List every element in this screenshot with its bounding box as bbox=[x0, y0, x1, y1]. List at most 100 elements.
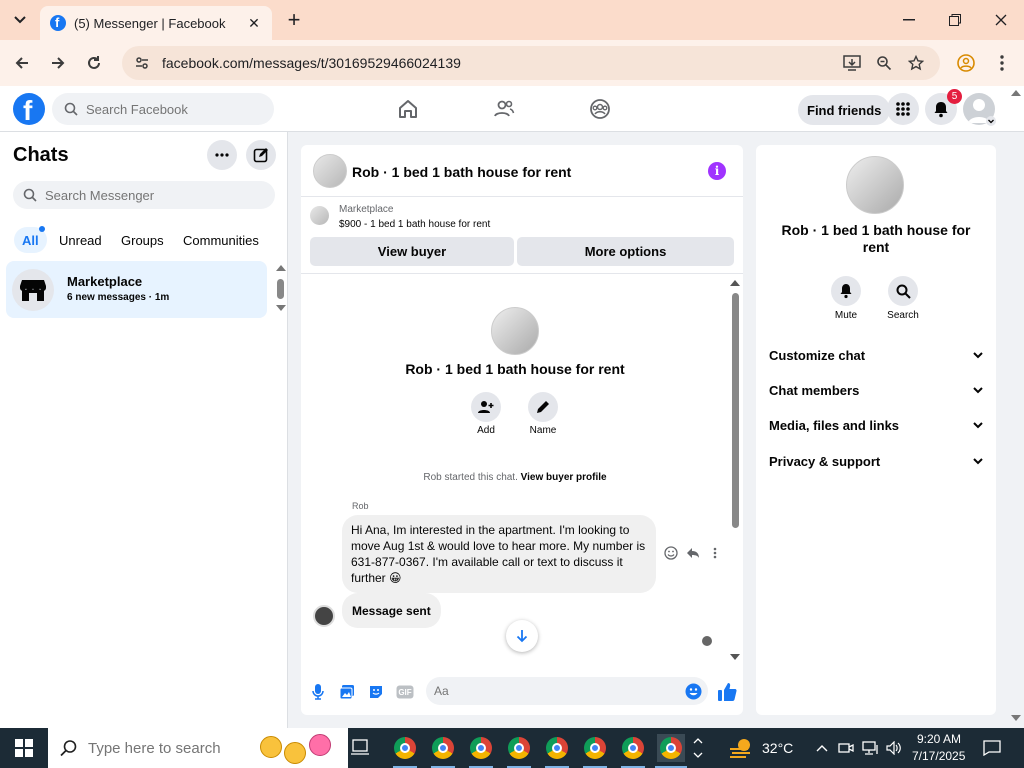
filter-unread[interactable]: Unread bbox=[51, 227, 110, 253]
voice-clip-button[interactable] bbox=[309, 683, 327, 701]
emoji-icon[interactable] bbox=[685, 683, 702, 700]
message-input[interactable] bbox=[434, 684, 674, 698]
chrome-taskbar-4[interactable] bbox=[505, 734, 533, 762]
chat-options-button[interactable] bbox=[207, 140, 237, 170]
message-more-button[interactable] bbox=[707, 545, 723, 561]
facebook-search[interactable] bbox=[52, 93, 274, 125]
listing-title[interactable]: $900 - 1 bed 1 bath house for rent bbox=[339, 219, 490, 230]
page-scroll-down-icon[interactable] bbox=[1011, 715, 1021, 721]
page-scroll-up-icon[interactable] bbox=[1011, 90, 1021, 96]
chrome-taskbar-7[interactable] bbox=[619, 734, 647, 762]
clock-date[interactable]: 7/17/2025 bbox=[912, 749, 965, 763]
sender-avatar[interactable] bbox=[313, 605, 335, 627]
start-button[interactable] bbox=[0, 728, 48, 768]
install-app-icon[interactable] bbox=[842, 53, 862, 73]
minimize-button[interactable] bbox=[886, 0, 932, 40]
messenger-search[interactable] bbox=[13, 181, 275, 209]
home-nav-button[interactable] bbox=[394, 96, 422, 122]
chrome-taskbar-8[interactable] bbox=[657, 734, 685, 762]
marketplace-label: Marketplace bbox=[339, 204, 394, 215]
view-buyer-button[interactable]: View buyer bbox=[310, 237, 514, 266]
react-button[interactable] bbox=[663, 545, 679, 561]
sidebar-scroll-down-icon[interactable] bbox=[276, 305, 286, 311]
view-buyer-profile-link[interactable]: View buyer profile bbox=[521, 472, 607, 483]
account-chevron-icon[interactable] bbox=[986, 116, 996, 126]
url-text[interactable]: facebook.com/messages/t/3016952946602413… bbox=[162, 55, 461, 71]
sticker-button[interactable] bbox=[367, 683, 385, 701]
restore-button[interactable] bbox=[932, 0, 978, 40]
site-settings-icon[interactable] bbox=[134, 55, 150, 71]
chrome-taskbar-2[interactable] bbox=[429, 734, 457, 762]
zoom-icon[interactable] bbox=[874, 53, 894, 73]
reply-button[interactable] bbox=[685, 545, 701, 561]
scroll-to-bottom-button[interactable] bbox=[506, 620, 538, 652]
section-media-files-links[interactable]: Media, files and links bbox=[769, 415, 983, 435]
messenger-search-input[interactable] bbox=[45, 187, 265, 203]
conversation-title[interactable]: Rob · 1 bed 1 bath house for rent bbox=[352, 164, 571, 180]
taskbar-search[interactable] bbox=[48, 728, 348, 768]
menu-button[interactable] bbox=[887, 93, 919, 125]
facebook-logo-icon[interactable] bbox=[13, 93, 45, 127]
browser-tab[interactable]: (5) Messenger | Facebook ✕ bbox=[40, 6, 272, 40]
back-button[interactable] bbox=[9, 50, 35, 76]
listing-thumbnail[interactable] bbox=[310, 206, 329, 225]
facebook-search-input[interactable] bbox=[86, 101, 256, 117]
reload-button[interactable] bbox=[81, 50, 107, 76]
find-friends-button[interactable]: Find friends bbox=[798, 95, 891, 125]
section-customize-chat[interactable]: Customize chat bbox=[769, 345, 983, 365]
tab-close-icon[interactable]: ✕ bbox=[246, 15, 262, 31]
show-hidden-icons-button[interactable] bbox=[812, 734, 832, 762]
close-window-button[interactable] bbox=[978, 0, 1024, 40]
sidebar-scroll-up-icon[interactable] bbox=[276, 265, 286, 271]
browser-menu-button[interactable] bbox=[989, 50, 1015, 76]
attach-photo-button[interactable] bbox=[338, 683, 356, 701]
conversation-avatar[interactable] bbox=[313, 154, 347, 188]
sidebar-scrollbar[interactable] bbox=[277, 279, 284, 299]
add-people-button[interactable] bbox=[471, 392, 501, 422]
groups-nav-button[interactable] bbox=[586, 96, 614, 122]
chat-scroll-up-icon[interactable] bbox=[730, 280, 740, 286]
details-avatar[interactable] bbox=[846, 156, 904, 214]
search-in-conversation-button[interactable] bbox=[888, 276, 918, 306]
bookmark-star-icon[interactable] bbox=[906, 53, 926, 73]
chat-list-item[interactable]: Marketplace 6 new messages · 1m bbox=[6, 261, 267, 318]
chat-scrollbar[interactable] bbox=[732, 293, 739, 528]
task-view-button[interactable] bbox=[346, 734, 374, 762]
notification-center-button[interactable] bbox=[978, 734, 1006, 762]
volume-button[interactable] bbox=[884, 734, 904, 762]
forward-button[interactable] bbox=[45, 50, 71, 76]
taskbar-search-input[interactable] bbox=[88, 739, 258, 757]
taskbar-overflow-button[interactable] bbox=[690, 734, 706, 762]
gif-button[interactable]: GIF bbox=[396, 683, 414, 701]
weather-widget[interactable] bbox=[727, 734, 755, 762]
section-privacy-support[interactable]: Privacy & support bbox=[769, 451, 983, 471]
profile-button[interactable] bbox=[953, 50, 979, 76]
message-composer[interactable] bbox=[426, 677, 708, 705]
section-chat-members[interactable]: Chat members bbox=[769, 380, 983, 400]
conversation-profile-avatar[interactable] bbox=[491, 307, 539, 355]
message-bubble-sent[interactable]: Message sent bbox=[342, 593, 441, 628]
clock-time[interactable]: 9:20 AM bbox=[917, 732, 961, 746]
like-send-button[interactable] bbox=[716, 681, 738, 703]
chrome-taskbar-3[interactable] bbox=[467, 734, 495, 762]
info-icon[interactable]: i bbox=[708, 162, 726, 180]
friends-nav-button[interactable] bbox=[490, 96, 518, 122]
chrome-taskbar-6[interactable] bbox=[581, 734, 609, 762]
chrome-taskbar-5[interactable] bbox=[543, 734, 571, 762]
chat-scroll-down-icon[interactable] bbox=[730, 654, 740, 660]
filter-groups[interactable]: Groups bbox=[113, 227, 172, 253]
network-button[interactable] bbox=[860, 734, 882, 762]
weather-temperature[interactable]: 32°C bbox=[762, 740, 793, 756]
new-message-button[interactable] bbox=[246, 140, 276, 170]
mute-button[interactable] bbox=[831, 276, 861, 306]
smiley-icon bbox=[664, 546, 678, 560]
meet-now-button[interactable] bbox=[836, 734, 856, 762]
address-bar[interactable]: facebook.com/messages/t/3016952946602413… bbox=[122, 46, 940, 80]
tab-search-button[interactable] bbox=[8, 8, 32, 32]
message-bubble[interactable]: Hi Ana, Im interested in the apartment. … bbox=[342, 515, 656, 593]
edit-name-button[interactable] bbox=[528, 392, 558, 422]
new-tab-button[interactable]: + bbox=[282, 7, 306, 32]
chrome-taskbar-1[interactable] bbox=[391, 734, 419, 762]
filter-communities[interactable]: Communities bbox=[175, 227, 267, 253]
more-options-button[interactable]: More options bbox=[517, 237, 734, 266]
